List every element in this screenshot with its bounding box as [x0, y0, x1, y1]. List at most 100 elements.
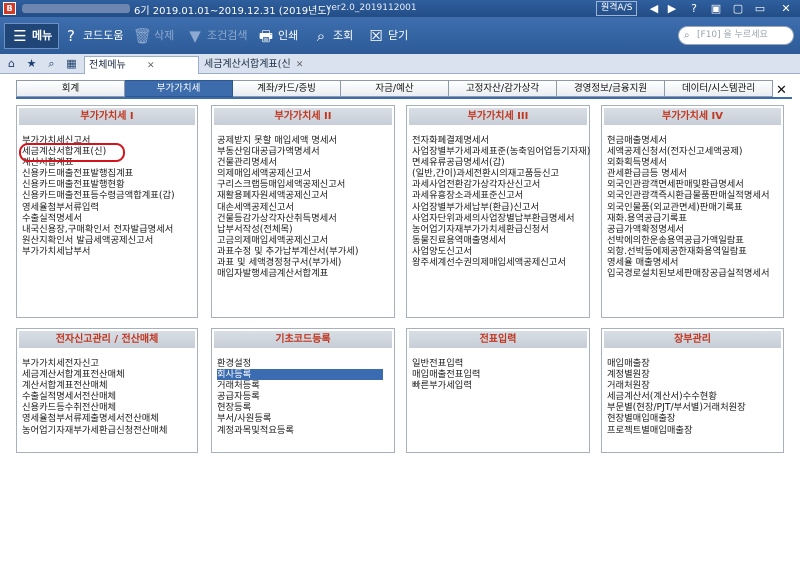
menu-item[interactable]: 건물관리명세서	[217, 157, 394, 168]
category-tab-funds-budget[interactable]: 자금/예산	[341, 80, 449, 97]
menu-item[interactable]: 선박에의한운송용역공급가액일람표	[607, 235, 783, 246]
menu-item[interactable]: 현금매출명세서	[607, 135, 783, 146]
tab-tax-invoice[interactable]: 세금계산서합계표(신 ✕	[200, 56, 312, 74]
menu-item[interactable]: 대손세액공제신고서	[217, 202, 394, 213]
forward-arrow-icon[interactable]: ▶	[664, 1, 680, 16]
maximize-icon[interactable]: ▢	[730, 1, 746, 16]
menu-item[interactable]: 외국인관광객즉시환급물품판매실적명세서	[607, 190, 783, 201]
menu-item[interactable]: 공제받지 못할 매입세액 명세서	[217, 135, 394, 146]
menu-item[interactable]: 거래처등록	[217, 380, 394, 391]
menu-item[interactable]: 외국인물품(외교관면세)판매기록표	[607, 202, 783, 213]
category-tab-data-system[interactable]: 데이터/시스템관리	[665, 80, 773, 97]
menu-item[interactable]: 입국경로설치된보세판매장공급실적명세서	[607, 268, 783, 279]
menu-item[interactable]: (일반,간이)과세전환시의재고품등신고	[412, 168, 589, 179]
menu-item[interactable]: 면세유류공급명세서(갑)	[412, 157, 589, 168]
filter-search-button[interactable]: ▼ 조건검색	[186, 25, 247, 47]
menu-item[interactable]: 관세환급금등 명세서	[607, 168, 783, 179]
menu-item[interactable]: 농어업기자재부가세환급신청전산매체	[22, 425, 197, 436]
menu-item[interactable]: 사업양도신고서	[412, 246, 589, 257]
menu-item[interactable]: 사업장별부가세납부(환급)신고서	[412, 202, 589, 213]
layout-icon[interactable]: ▣	[708, 1, 724, 16]
menu-item[interactable]: 농어업기자재부가가치세환급신청서	[412, 224, 589, 235]
category-tab-fixed-assets[interactable]: 고정자산/감가상각	[449, 80, 557, 97]
minimize-icon[interactable]: ▭	[752, 1, 768, 16]
star-icon[interactable]: ★	[24, 56, 39, 71]
view-button[interactable]: ⌕ 조회	[312, 25, 353, 47]
close-window-icon[interactable]: ✕	[778, 1, 794, 16]
menu-item[interactable]: 과세유흥장소과세표준신고서	[412, 190, 589, 201]
menu-item[interactable]: 과표 및 세액경정청구서(부가세)	[217, 257, 394, 268]
menu-item[interactable]: 계정과목및적요등록	[217, 425, 394, 436]
print-button[interactable]: 🖶 인쇄	[257, 25, 298, 47]
menu-item[interactable]: 의제매입세액공제신고서	[217, 168, 394, 179]
menu-item[interactable]: 동물진료용역매출명세서	[412, 235, 589, 246]
menu-item[interactable]: 외국인관광객면세판매및환급명세서	[607, 179, 783, 190]
menu-item[interactable]: 세금계산서합계표전산매체	[22, 369, 197, 380]
menu-item[interactable]: 계정별원장	[607, 369, 783, 380]
menu-item[interactable]: 원산지확인서 발급세액공제신고서	[22, 235, 197, 246]
menu-item[interactable]: 외화획득명세서	[607, 157, 783, 168]
category-tab-management-info[interactable]: 경영정보/금융지원	[557, 80, 665, 97]
close-icon[interactable]: ✕	[776, 83, 787, 98]
code-help-button[interactable]: ? 코드도움	[62, 25, 123, 47]
menu-item[interactable]: 매입매출장	[607, 358, 783, 369]
menu-item-tax-invoice-summary[interactable]: 세금계산서합계표(신)	[19, 143, 197, 163]
menu-item[interactable]: 신용카드매출전표등수령금액합계표(갑)	[22, 190, 197, 201]
menu-item[interactable]: 세금계산서(계산서)수수현황	[607, 391, 783, 402]
menu-item[interactable]: 영세율 매출명세서	[607, 257, 783, 268]
menu-item[interactable]: 납부서작성(전체목)	[217, 224, 394, 235]
menu-item[interactable]: 수출실적명세서전산매체	[22, 391, 197, 402]
menu-item[interactable]: 부동산임대공급가액명세서	[217, 146, 394, 157]
remote-support-button[interactable]: 원격A/S	[596, 1, 638, 16]
menu-search-input[interactable]: ⌕ [F10] 을 누르세요	[678, 26, 794, 45]
menu-item[interactable]: 왕주세계선수권의제매입세액공제신고서	[412, 257, 589, 268]
menu-item[interactable]: 외항.선박등에제공한재화용역일람표	[607, 246, 783, 257]
category-tab-account-card[interactable]: 계좌/카드/증빙	[233, 80, 341, 97]
menu-item[interactable]: 영세율첨부서류입력	[22, 202, 197, 213]
menu-item[interactable]: 거래처원장	[607, 380, 783, 391]
category-tab-vat[interactable]: 부가가치세	[125, 80, 233, 97]
menu-item[interactable]: 사업자단위과세의사업장별납부환급명세서	[412, 213, 589, 224]
close-icon[interactable]: ✕	[147, 61, 155, 71]
menu-item[interactable]: 수출실적명세서	[22, 213, 197, 224]
menu-item[interactable]: 전자화폐결제명세서	[412, 135, 589, 146]
menu-item[interactable]: 현장별매입매출장	[607, 413, 783, 424]
search-icon[interactable]: ⌕	[44, 56, 59, 71]
close-button[interactable]: ☒ 닫기	[367, 25, 408, 47]
menu-item[interactable]: 프로젝트별매입매출장	[607, 425, 783, 436]
calendar-icon[interactable]: ▦	[64, 56, 79, 71]
menu-item[interactable]: 공급자등록	[217, 391, 394, 402]
menu-button[interactable]: ☰ 메뉴	[4, 23, 60, 49]
menu-item[interactable]: 매입자발행세금계산서합계표	[217, 268, 394, 279]
menu-item[interactable]: 과세사업전환감가상각자산신고서	[412, 179, 589, 190]
menu-item[interactable]: 영세율첨부서류제출명세서전산매체	[22, 413, 197, 424]
menu-item[interactable]: 고금의제매입세액공제신고서	[217, 235, 394, 246]
menu-item[interactable]: 과표수정 및 추가납부계산서(부가세)	[217, 246, 394, 257]
menu-item[interactable]: 사업장별부가세과세표준(농축임어업등기자재)	[412, 146, 590, 157]
delete-button[interactable]: 🗑 삭제	[133, 25, 174, 47]
menu-item[interactable]: 구리스크랩등매입세액공제신고서	[217, 179, 394, 190]
help-icon[interactable]: ?	[686, 1, 702, 16]
menu-item[interactable]: 일반전표입력	[412, 358, 589, 369]
menu-item-company-registration[interactable]: 회사등록	[217, 369, 383, 381]
menu-item[interactable]: 부가가치세전자신고	[22, 358, 197, 369]
menu-item[interactable]: 신용카드매출전표발행현황	[22, 179, 197, 190]
menu-item[interactable]: 부문별(현장/PJT/부서별)거래처원장	[607, 402, 783, 413]
menu-item[interactable]: 환경설정	[217, 358, 394, 369]
home-icon[interactable]: ⌂	[4, 56, 19, 71]
menu-item[interactable]: 매입매출전표입력	[412, 369, 589, 380]
menu-item[interactable]: 재활용폐자원세액공제신고서	[217, 190, 394, 201]
menu-item[interactable]: 신용카드매출전표발행집계표	[22, 168, 197, 179]
back-arrow-icon[interactable]: ◀	[646, 1, 662, 16]
menu-item[interactable]: 부서/사원등록	[217, 413, 394, 424]
menu-item[interactable]: 계산서합계표전산매체	[22, 380, 197, 391]
menu-item[interactable]: 재화.용역공급기록표	[607, 213, 783, 224]
menu-item[interactable]: 세액공제신청서(전자신고세액공제)	[607, 146, 783, 157]
menu-item[interactable]: 신용카드등수취전산매체	[22, 402, 197, 413]
menu-item[interactable]: 빠른부가세입력	[412, 380, 589, 391]
menu-item[interactable]: 내국신용장,구매확인서 전자발급명세서	[22, 224, 197, 235]
menu-item[interactable]: 부가가치세납부서	[22, 246, 197, 257]
tab-all-menu[interactable]: 전체메뉴 ✕	[84, 56, 199, 74]
menu-item[interactable]: 공급가액확정명세서	[607, 224, 783, 235]
menu-item[interactable]: 현장등록	[217, 402, 394, 413]
